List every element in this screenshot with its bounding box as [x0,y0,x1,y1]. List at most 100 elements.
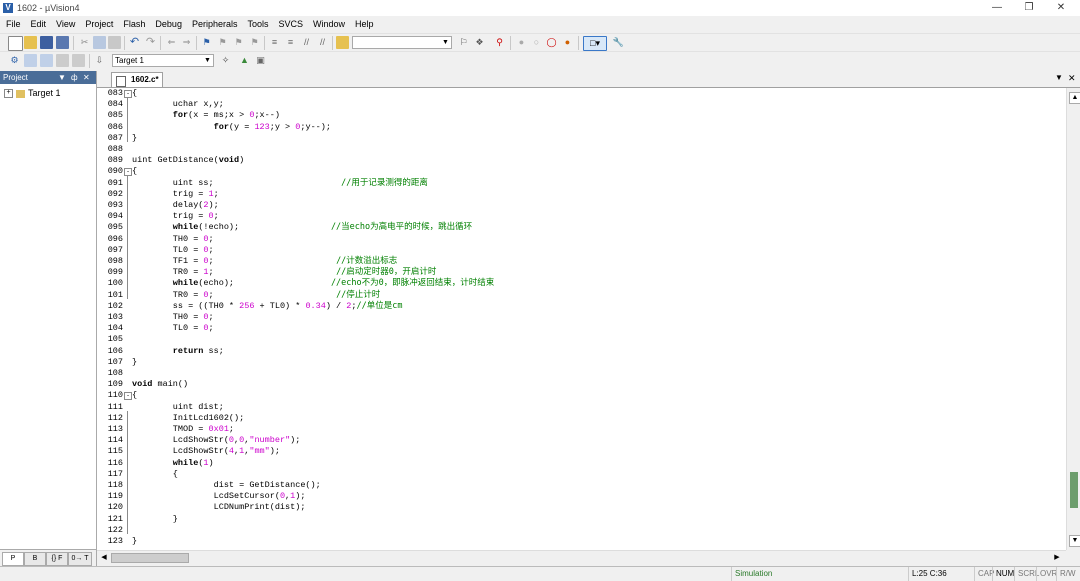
code-line[interactable]: 110-{ [97,390,1057,401]
code-line[interactable]: 096 TH0 = 0; [97,234,1057,245]
tab-books[interactable]: B [24,552,46,566]
horizontal-scrollbar[interactable]: ◀ ▶ [97,550,1066,565]
tab-templates[interactable]: 0→ T [68,552,92,566]
menu-window[interactable]: Window [308,16,350,33]
breakpoint-icon[interactable]: ○ [530,36,543,49]
configure-tools-icon[interactable]: 🔧 [612,36,625,49]
clear-bookmarks-icon[interactable]: ⚑ [248,36,261,49]
tab-project[interactable]: P [2,552,24,566]
vertical-scrollbar[interactable]: ▲ ▼ [1066,88,1080,550]
expand-icon[interactable]: + [4,89,13,99]
code-line[interactable]: 098 TF1 = 0; //计数溢出标志 [97,256,1057,267]
find-in-files-icon[interactable] [336,36,349,49]
code-line[interactable]: 095 while(!echo); //当echo为高电平的时候，跳出循环 [97,222,1057,233]
code-line[interactable]: 104 TL0 = 0; [97,323,1057,334]
tab-1602-c[interactable]: 1602.c* [111,72,163,87]
code-line[interactable]: 091 uint ss; //用于记录测得的距离 [97,178,1057,189]
save-all-icon[interactable] [56,36,69,49]
fold-toggle-icon[interactable]: - [124,90,132,98]
menu-tools[interactable]: Tools [242,16,273,33]
code-line[interactable]: 083-{ [97,88,1057,99]
menu-svcs[interactable]: SVCS [274,16,309,33]
code-line[interactable]: 102 ss = ((TH0 * 256 + TL0) * 0.34) / 2;… [97,301,1057,312]
code-line[interactable]: 100 while(echo); //echo不为0，即脉冲返回结束，计时结束 [97,278,1057,289]
restore-button[interactable]: ❐ [1014,0,1044,16]
scroll-thumb[interactable] [1070,472,1078,508]
code-line[interactable]: 105 [97,334,1057,345]
translate-icon[interactable]: ⚙ [8,54,21,67]
fold-toggle-icon[interactable]: - [124,168,132,177]
debug-start-icon[interactable]: ● [515,36,528,49]
close-icon[interactable]: ✕ [1068,73,1076,84]
manage-components-icon[interactable]: ▲ [238,54,251,67]
search-icon[interactable]: ⚲ [493,36,506,49]
batch-build-icon[interactable] [56,54,69,67]
menu-debug[interactable]: Debug [150,16,187,33]
copy-icon[interactable] [93,36,106,49]
scroll-up-icon[interactable]: ▲ [1069,92,1080,104]
nav-back-icon[interactable]: ⇐ [165,36,178,49]
paste-icon[interactable] [108,36,121,49]
rebuild-icon[interactable] [40,54,53,67]
target-select[interactable]: Target 1 ▼ [112,54,214,67]
scroll-down-icon[interactable]: ▼ [1069,535,1080,547]
menu-view[interactable]: View [51,16,80,33]
tree-item-target[interactable]: + Target 1 [4,88,61,99]
target-options-icon[interactable]: ✧ [219,54,232,67]
code-line[interactable]: 090-{ [97,166,1057,177]
code-line[interactable]: 087} [97,133,1057,144]
code-line[interactable]: 106 return ss; [97,346,1057,357]
code-line[interactable]: 088 [97,144,1057,155]
code-line[interactable]: 121 } [97,514,1057,525]
code-line[interactable]: 084 uchar x,y; [97,99,1057,110]
code-line[interactable]: 097 TL0 = 0; [97,245,1057,256]
code-line[interactable]: 123} [97,536,1057,547]
code-line[interactable]: 112 InitLcd1602(); [97,413,1057,424]
code-line[interactable]: 099 TR0 = 1; //启动定时器0，开启计时 [97,267,1057,278]
download-icon[interactable]: ⇩ [93,54,106,67]
code-line[interactable]: 115 LcdShowStr(4,1,"mm"); [97,446,1057,457]
menu-peripherals[interactable]: Peripherals [187,16,243,33]
code-line[interactable]: 092 trig = 1; [97,189,1057,200]
code-line[interactable]: 114 LcdShowStr(0,0,"number"); [97,435,1057,446]
comment-icon[interactable]: // [300,36,313,49]
prev-bookmark-icon[interactable]: ⚑ [216,36,229,49]
find-icon[interactable]: ⚐ [457,36,470,49]
undo-icon[interactable]: ↶ [128,36,141,49]
find-combo[interactable]: ▼ [352,36,452,49]
tab-functions[interactable]: {} F [46,552,68,566]
h-scroll-thumb[interactable] [111,553,189,563]
code-line[interactable]: 108 [97,368,1057,379]
menu-help[interactable]: Help [350,16,379,33]
minimize-button[interactable]: — [982,0,1012,16]
code-line[interactable]: 086 for(y = 123;y > 0;y--); [97,122,1057,133]
cut-icon[interactable]: ✂ [78,36,91,49]
fold-toggle-icon[interactable]: - [124,392,132,401]
code-line[interactable]: 094 trig = 0; [97,211,1057,222]
code-line[interactable]: 122 [97,525,1057,536]
scroll-right-icon[interactable]: ▶ [1052,553,1062,563]
stop-build-icon[interactable] [72,54,85,67]
code-line[interactable]: 093 delay(2); [97,200,1057,211]
code-line[interactable]: 117 { [97,469,1057,480]
code-line[interactable]: 109 void main() [97,379,1057,390]
code-editor[interactable]: 083-{084 uchar x,y; 085 for(x = ms;x > 0;… [97,88,1066,550]
code-line[interactable]: 116 while(1) [97,458,1057,469]
code-line[interactable]: 119 LcdSetCursor(0,1); [97,491,1057,502]
uncomment-icon[interactable]: // [316,36,329,49]
tab-list-icon[interactable]: ▼ [1055,73,1063,82]
scroll-left-icon[interactable]: ◀ [99,553,109,563]
close-icon[interactable]: ✕ [83,71,90,84]
open-folder-icon[interactable] [24,36,37,49]
code-line[interactable]: 085 for(x = ms;x > 0;x--) [97,110,1057,121]
code-line[interactable]: 118 dist = GetDistance(); [97,480,1057,491]
disable-breakpoint-icon[interactable]: ◯ [545,36,558,49]
next-bookmark-icon[interactable]: ⚑ [232,36,245,49]
code-line[interactable]: 101 TR0 = 0; //停止计时 [97,290,1057,301]
code-line[interactable]: 103 TH0 = 0; [97,312,1057,323]
code-line[interactable]: 089 uint GetDistance(void) [97,155,1057,166]
redo-icon[interactable]: ↷ [144,36,157,49]
pin-icon[interactable]: ф [71,71,78,84]
save-icon[interactable] [40,36,53,49]
code-line[interactable]: 113 TMOD = 0x01; [97,424,1057,435]
